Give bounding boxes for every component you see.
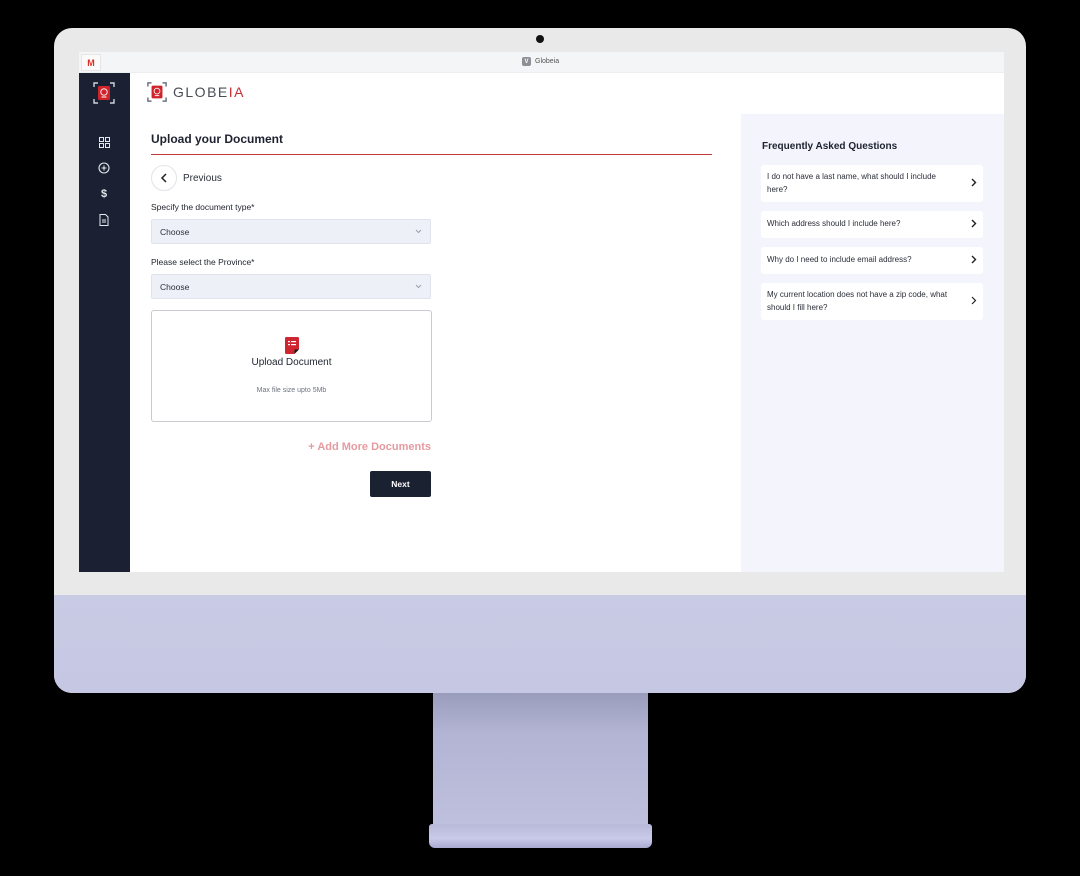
chevron-right-icon bbox=[971, 178, 977, 190]
document-upload-icon bbox=[285, 337, 299, 354]
chevron-left-icon[interactable] bbox=[151, 165, 177, 191]
chevron-right-icon bbox=[971, 219, 977, 231]
imac-stand-foot bbox=[429, 824, 652, 848]
previous-button[interactable]: Previous bbox=[151, 165, 222, 191]
browser-bar: M V Globeia bbox=[79, 52, 1004, 73]
gmail-tab-icon[interactable]: M bbox=[81, 54, 101, 71]
camera bbox=[536, 35, 544, 43]
browser-title: V Globeia bbox=[522, 57, 559, 66]
imac-chin bbox=[54, 595, 1026, 693]
chevron-right-icon bbox=[971, 255, 977, 267]
faq-question: Which address should I include here? bbox=[767, 219, 901, 229]
page-title: Upload your Document bbox=[151, 132, 284, 146]
chevron-right-icon bbox=[971, 296, 977, 308]
imac-stand bbox=[433, 693, 648, 825]
faq-item[interactable]: Why do I need to include email address? bbox=[761, 247, 983, 274]
dollar-icon[interactable]: $ bbox=[97, 187, 111, 201]
document-type-select[interactable]: Choose bbox=[151, 219, 431, 244]
main-content: Upload your Document Previous Specify th… bbox=[130, 114, 741, 572]
document-type-value: Choose bbox=[160, 226, 190, 237]
upload-size-hint: Max file size upto 5Mb bbox=[256, 387, 327, 394]
brand-logo-icon bbox=[147, 82, 167, 102]
province-select[interactable]: Choose bbox=[151, 274, 431, 299]
brand-logo[interactable]: GLOBEIA bbox=[147, 82, 245, 102]
sidebar-logo-icon[interactable] bbox=[93, 82, 115, 104]
chevron-down-icon bbox=[415, 282, 422, 291]
upload-dropzone[interactable]: Upload Document Max file size upto 5Mb bbox=[151, 310, 432, 422]
upload-title: Upload Document bbox=[251, 357, 332, 368]
top-bar: GLOBEIA bbox=[130, 73, 1004, 114]
faq-item[interactable]: I do not have a last name, what should I… bbox=[761, 165, 983, 202]
faq-question: My current location does not have a zip … bbox=[767, 290, 948, 312]
faq-panel: Frequently Asked Questions I do not have… bbox=[741, 114, 1004, 572]
chevron-down-icon bbox=[415, 227, 422, 236]
faq-item[interactable]: Which address should I include here? bbox=[761, 211, 983, 238]
sidebar: $ bbox=[79, 73, 130, 572]
province-value: Choose bbox=[160, 281, 190, 292]
faq-question: I do not have a last name, what should I… bbox=[767, 172, 936, 194]
document-type-label: Specify the document type* bbox=[151, 202, 255, 212]
site-favicon-icon: V bbox=[522, 57, 531, 66]
browser-title-text: Globeia bbox=[535, 58, 560, 65]
next-button[interactable]: Next bbox=[370, 471, 431, 497]
plus-circle-icon[interactable] bbox=[97, 161, 111, 175]
grid-icon[interactable] bbox=[97, 135, 111, 149]
brand-name: GLOBEIA bbox=[173, 84, 245, 100]
document-icon[interactable] bbox=[97, 213, 111, 227]
stage: M V Globeia $ GLOBEIA Upload your Docume… bbox=[0, 0, 1080, 876]
add-more-documents-link[interactable]: + Add More Documents bbox=[300, 441, 431, 453]
faq-title: Frequently Asked Questions bbox=[762, 141, 898, 152]
screen: M V Globeia $ GLOBEIA Upload your Docume… bbox=[79, 52, 1004, 572]
title-divider bbox=[151, 154, 712, 155]
province-label: Please select the Province* bbox=[151, 257, 255, 267]
faq-question: Why do I need to include email address? bbox=[767, 255, 912, 265]
faq-item[interactable]: My current location does not have a zip … bbox=[761, 283, 983, 320]
previous-label: Previous bbox=[183, 172, 222, 184]
